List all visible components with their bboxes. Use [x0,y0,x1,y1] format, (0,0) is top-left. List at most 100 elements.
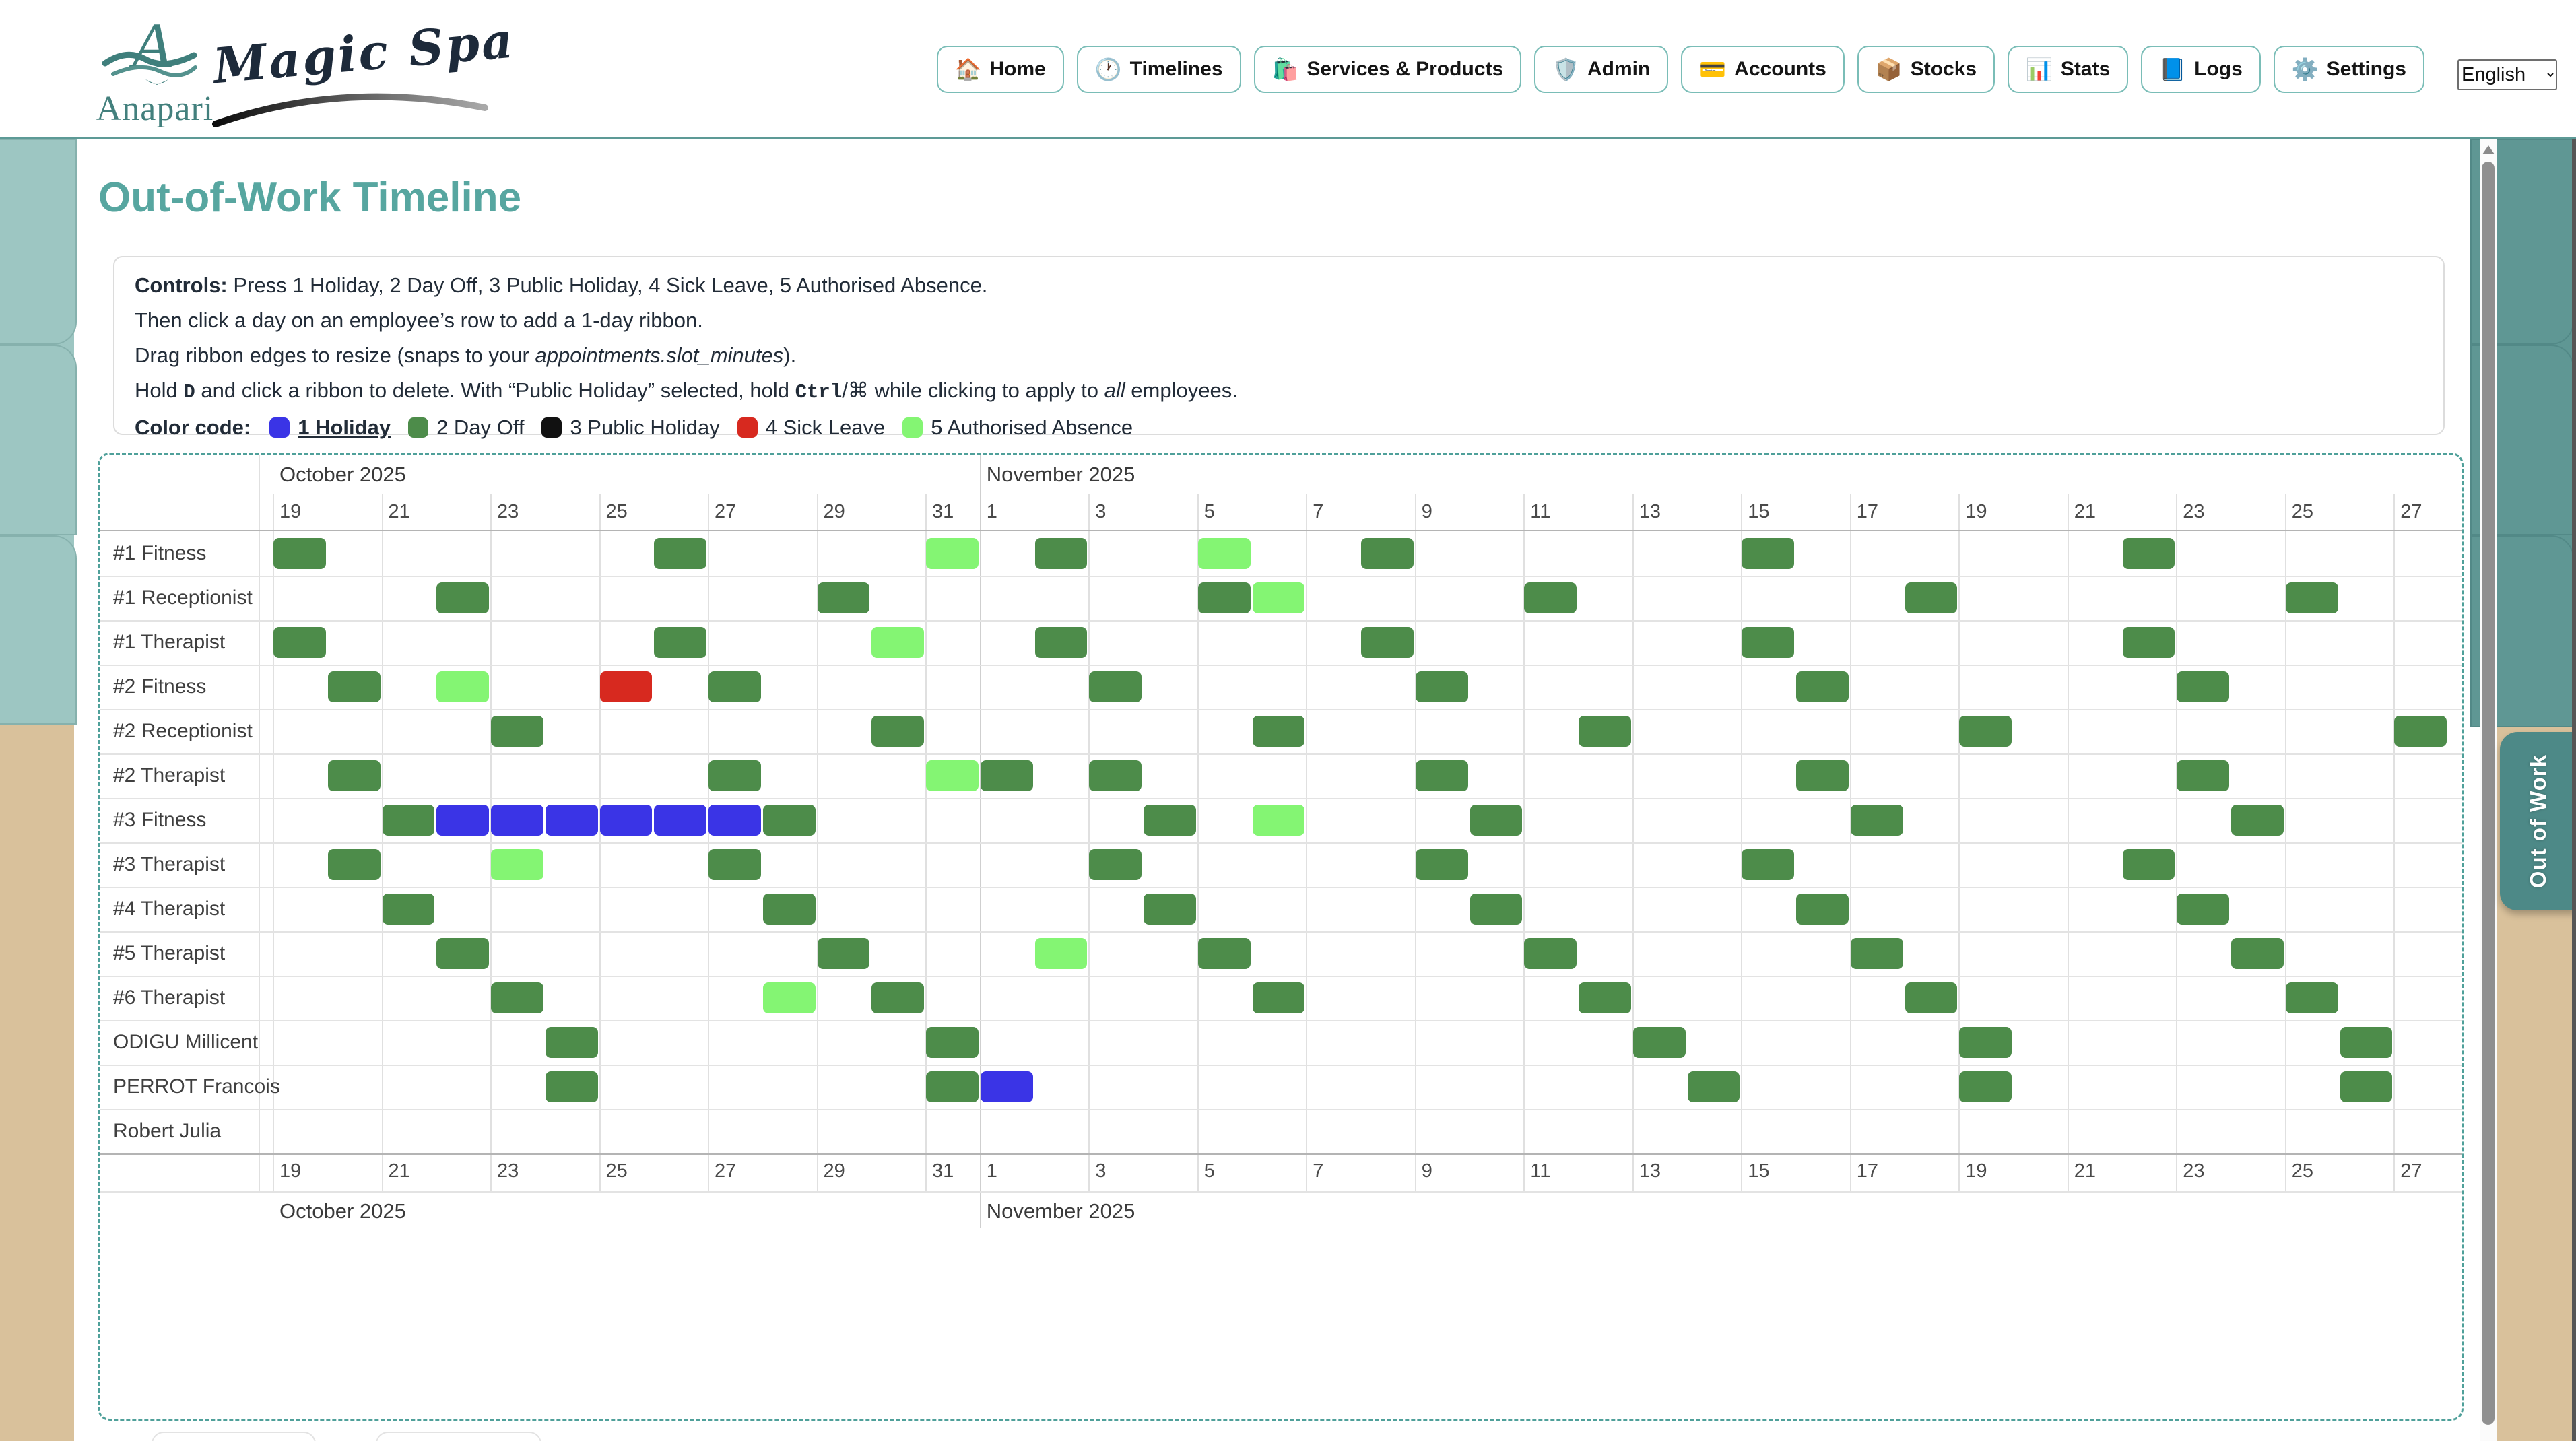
timeline-row[interactable] [273,576,2462,620]
ribbon-day-off[interactable] [2394,716,2447,747]
ribbon-day-off[interactable] [926,1071,979,1102]
ribbon-day-off[interactable] [871,716,924,747]
ribbon-day-off[interactable] [708,671,761,702]
ribbon-day-off[interactable] [1579,716,1631,747]
ribbon-day-off[interactable] [1035,538,1088,569]
scrollbar-up-arrow-icon[interactable] [2482,145,2495,154]
ribbon-day-off[interactable] [871,982,924,1013]
ribbon-sick-leave[interactable] [600,671,653,702]
ribbon-day-off[interactable] [1416,849,1468,880]
ribbon-day-off[interactable] [546,1027,598,1058]
ribbon-day-off[interactable] [2123,538,2175,569]
ribbon-day-off[interactable] [1524,582,1577,613]
ribbon-day-off[interactable] [2123,627,2175,658]
ribbon-day-off[interactable] [1035,627,1088,658]
vertical-scrollbar[interactable] [2480,139,2497,1441]
nav-button-stocks[interactable]: 📦Stocks [1857,46,1995,93]
ribbon-day-off[interactable] [2123,849,2175,880]
ribbon-authorised-absence[interactable] [491,849,543,880]
ribbon-day-off[interactable] [1089,671,1142,702]
timeline-row[interactable] [273,1109,2462,1153]
ribbon-day-off[interactable] [926,1027,979,1058]
ribbon-day-off[interactable] [491,982,543,1013]
ribbon-holiday[interactable] [491,805,543,836]
ribbon-day-off[interactable] [1633,1027,1686,1058]
ribbon-day-off[interactable] [2231,805,2284,836]
legend-item-4[interactable]: 4 Sick Leave [737,415,886,440]
ribbon-day-off[interactable] [328,760,381,791]
nav-button-logs[interactable]: 📘Logs [2141,46,2261,93]
language-select[interactable]: English [2457,59,2557,90]
ribbon-day-off[interactable] [1144,894,1196,925]
ribbon-day-off[interactable] [1524,938,1577,969]
ribbon-authorised-absence[interactable] [1035,938,1088,969]
nav-button-home[interactable]: 🏠Home [937,46,1064,93]
ribbon-day-off[interactable] [1851,805,1903,836]
timeline-row[interactable] [273,976,2462,1020]
ribbon-day-off[interactable] [708,760,761,791]
nav-button-services-products[interactable]: 🛍️Services & Products [1254,46,1522,93]
ribbon-day-off[interactable] [1416,760,1468,791]
ribbon-day-off[interactable] [1688,1071,1740,1102]
ribbon-day-off[interactable] [436,582,489,613]
ribbon-day-off[interactable] [383,894,435,925]
ribbon-day-off[interactable] [1416,671,1468,702]
ribbon-day-off[interactable] [1470,805,1523,836]
ribbon-day-off[interactable] [1361,627,1414,658]
nav-button-admin[interactable]: 🛡️Admin [1534,46,1668,93]
ribbon-day-off[interactable] [1089,849,1142,880]
ribbon-authorised-absence[interactable] [871,627,924,658]
ribbon-day-off[interactable] [1796,671,1849,702]
ribbon-day-off[interactable] [1470,894,1523,925]
ribbon-day-off[interactable] [2340,1027,2393,1058]
ribbon-day-off[interactable] [1253,716,1305,747]
ribbon-day-off[interactable] [1144,805,1196,836]
ribbon-authorised-absence[interactable] [1253,805,1305,836]
ribbon-day-off[interactable] [1253,982,1305,1013]
bottom-peek-button[interactable] [376,1432,541,1441]
ribbon-day-off[interactable] [1742,849,1794,880]
ribbon-day-off[interactable] [1198,582,1251,613]
ribbon-holiday[interactable] [708,805,761,836]
ribbon-day-off[interactable] [273,627,326,658]
ribbon-day-off[interactable] [273,538,326,569]
ribbon-day-off[interactable] [1851,938,1903,969]
ribbon-day-off[interactable] [1361,538,1414,569]
ribbon-holiday[interactable] [546,805,598,836]
ribbon-holiday[interactable] [981,1071,1033,1102]
ribbon-holiday[interactable] [600,805,653,836]
nav-button-timelines[interactable]: 🕐Timelines [1077,46,1241,93]
ribbon-day-off[interactable] [2177,671,2229,702]
ribbon-day-off[interactable] [818,938,870,969]
ribbon-authorised-absence[interactable] [1198,538,1251,569]
ribbon-day-off[interactable] [436,938,489,969]
vertical-scrollbar-thumb[interactable] [2482,162,2495,1425]
ribbon-day-off[interactable] [546,1071,598,1102]
ribbon-authorised-absence[interactable] [436,671,489,702]
ribbon-day-off[interactable] [2231,938,2284,969]
ribbon-day-off[interactable] [1198,938,1251,969]
ribbon-day-off[interactable] [2340,1071,2393,1102]
ribbon-day-off[interactable] [1742,627,1794,658]
ribbon-day-off[interactable] [2286,982,2338,1013]
ribbon-day-off[interactable] [1796,894,1849,925]
ribbon-day-off[interactable] [1579,982,1631,1013]
timeline-row[interactable] [273,753,2462,798]
ribbon-day-off[interactable] [328,671,381,702]
ribbon-day-off[interactable] [654,538,706,569]
timeline-row[interactable] [273,931,2462,976]
bottom-peek-button[interactable] [152,1432,316,1441]
ribbon-authorised-absence[interactable] [763,982,816,1013]
timeline-row[interactable] [273,709,2462,753]
ribbon-day-off[interactable] [1796,760,1849,791]
ribbon-day-off[interactable] [1089,760,1142,791]
ribbon-day-off[interactable] [981,760,1033,791]
timeline-row[interactable] [273,1065,2462,1109]
legend-item-1[interactable]: 1 Holiday [269,415,391,440]
ribbon-day-off[interactable] [818,582,870,613]
legend-item-5[interactable]: 5 Authorised Absence [902,415,1133,440]
ribbon-day-off[interactable] [2177,760,2229,791]
ribbon-day-off[interactable] [1959,1071,2012,1102]
ribbon-holiday[interactable] [654,805,706,836]
ribbon-day-off[interactable] [763,894,816,925]
